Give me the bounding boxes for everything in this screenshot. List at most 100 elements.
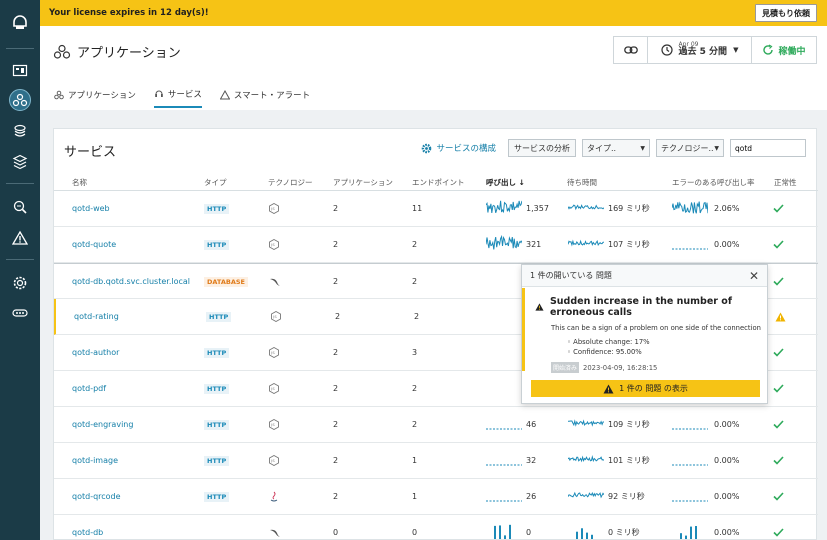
dashboard-icon[interactable] — [9, 60, 31, 82]
column-header-latency[interactable]: 待ち時間 — [567, 177, 597, 188]
table-row[interactable]: qotd-engraving HTTP JS 2 2 46 109 ミリ秒 0.… — [54, 407, 818, 443]
app-icon — [54, 90, 64, 100]
issue-detail-item: ◦ Confidence: 95.00% — [567, 348, 642, 356]
error-rate-sparkline — [672, 487, 708, 506]
chevron-down-icon: ▼ — [714, 144, 719, 152]
close-icon[interactable]: ✕ — [749, 269, 759, 283]
time-range-picker[interactable]: Apr 09 過去 5 分間 ▼ — [648, 37, 752, 63]
table-row[interactable]: qotd-db 0 0 0 0 ミリ秒 0.00% — [54, 515, 818, 540]
service-type-badge: HTTP — [204, 383, 230, 394]
latency-value: 0 ミリ秒 — [608, 528, 640, 537]
view-issue-button[interactable]: 1 件の 問題 の表示 — [531, 380, 760, 397]
issue-popover: 1 件の開いている 問題 ✕ Sudden increase in the nu… — [521, 264, 768, 404]
sidebar-divider — [6, 259, 34, 260]
column-header-calls[interactable]: 呼び出し ↓ — [486, 177, 525, 188]
latency-sparkline — [567, 235, 605, 254]
latency-value: 107 ミリ秒 — [608, 240, 650, 249]
link-icon — [623, 46, 638, 54]
infrastructure-icon[interactable] — [9, 151, 31, 173]
configure-services-link[interactable]: サービスの構成 — [421, 142, 496, 154]
check-icon — [773, 384, 784, 393]
settings-gear-icon[interactable] — [9, 272, 31, 294]
check-icon — [773, 277, 784, 286]
calls-value: 32 — [526, 456, 537, 465]
error-rate-value: 0.00% — [714, 420, 740, 429]
mysql-icon — [269, 264, 281, 299]
nodejs-icon: JS — [269, 443, 279, 478]
absolute-change-text: Absolute change: 17% — [573, 338, 650, 346]
column-header-application[interactable]: アプリケーション — [333, 177, 393, 188]
table-row[interactable]: qotd-web HTTP JS 2 11 1,357 169 ミリ秒 2.06… — [54, 191, 818, 227]
endpoint-count: 2 — [412, 240, 418, 249]
latency-sparkline — [568, 415, 605, 434]
service-name-link[interactable]: qotd-pdf — [72, 384, 106, 393]
table-row[interactable]: qotd-image HTTP JS 2 1 32 101 ミリ秒 0.00% — [54, 443, 818, 479]
service-type-badge: HTTP — [206, 311, 232, 322]
error-rate-sparkline — [672, 235, 708, 254]
column-header-name[interactable]: 名称 — [72, 177, 87, 188]
tab-applications[interactable]: アプリケーション — [54, 88, 136, 108]
column-header-health[interactable]: 正常性 — [774, 177, 797, 188]
type-select[interactable]: タイプ.. ▼ — [582, 139, 650, 157]
service-icon — [155, 90, 163, 97]
request-quote-button[interactable]: 見積もり依頼 — [755, 4, 817, 22]
check-icon — [773, 348, 784, 357]
warning-icon[interactable] — [775, 312, 786, 322]
popover-header: 1 件の開いている 問題 ✕ — [522, 265, 767, 287]
live-mode-toggle[interactable]: 稼働中 — [752, 37, 816, 63]
calls-sparkline — [486, 487, 522, 506]
view-issue-label: 1 件の 問題 の表示 — [619, 384, 688, 393]
analyze-icon[interactable] — [9, 196, 31, 218]
service-name-link[interactable]: qotd-author — [72, 348, 119, 357]
search-input[interactable] — [730, 139, 806, 157]
technology-select[interactable]: テクノロジー.. ▼ — [656, 139, 724, 157]
tab-smart-alerts[interactable]: スマート・アラート — [219, 88, 310, 108]
table-row[interactable]: qotd-quote HTTP JS 2 2 321 107 ミリ秒 0.00% — [54, 227, 818, 263]
service-name-link[interactable]: qotd-image — [72, 456, 118, 465]
copy-link-button[interactable] — [614, 37, 648, 63]
service-name-link[interactable]: qotd-web — [72, 204, 110, 213]
table-header: 名称 タイプ テクノロジー アプリケーション エンドポイント 呼び出し ↓ 待ち… — [54, 173, 818, 191]
service-type-badge: HTTP — [204, 491, 230, 502]
application-count: 2 — [333, 348, 339, 357]
calls-value: 26 — [526, 492, 537, 501]
section-title: サービス — [64, 145, 117, 160]
service-name-link[interactable]: qotd-qrcode — [72, 492, 121, 501]
more-icon[interactable] — [9, 302, 31, 324]
column-header-endpoint[interactable]: エンドポイント — [412, 177, 465, 188]
table-row[interactable]: qotd-qrcode HTTP 2 1 26 92 ミリ秒 0.00% — [54, 479, 818, 515]
java-icon — [269, 479, 279, 514]
calls-sparkline — [486, 415, 522, 434]
service-name-link[interactable]: qotd-db — [72, 528, 103, 537]
platforms-icon[interactable] — [9, 120, 31, 142]
service-name-link[interactable]: qotd-db.qotd.svc.cluster.local — [72, 277, 190, 286]
instana-logo-icon[interactable] — [9, 12, 31, 34]
tab-services[interactable]: サービス — [153, 88, 202, 108]
svg-text:JS: JS — [270, 387, 275, 391]
calls-value: 1,357 — [526, 204, 549, 213]
column-header-error-rate[interactable]: エラーのある呼び出し率 — [672, 177, 755, 188]
column-header-type[interactable]: タイプ — [204, 177, 227, 188]
events-icon[interactable] — [9, 227, 31, 249]
service-type-badge: HTTP — [204, 347, 230, 358]
latency-sparkline — [567, 487, 605, 506]
application-count: 2 — [333, 492, 339, 501]
application-count: 2 — [335, 312, 341, 321]
issue-title-text: Sudden increase in the number of erroneo… — [549, 296, 732, 318]
service-name-link[interactable]: qotd-rating — [74, 312, 119, 321]
application-count: 2 — [333, 240, 339, 249]
applications-icon[interactable] — [9, 89, 31, 111]
calls-sparkline — [485, 199, 523, 218]
check-icon — [773, 204, 784, 213]
license-banner: Your license expires in 12 day(s)! 見積もり依… — [40, 0, 827, 26]
clock-icon — [660, 44, 673, 56]
check-icon — [773, 456, 784, 465]
svg-text:JS: JS — [270, 351, 275, 355]
tab-label: アプリケーション — [68, 91, 136, 101]
service-name-link[interactable]: qotd-engraving — [72, 420, 133, 429]
analyze-services-button[interactable]: サービスの分析 — [508, 139, 576, 157]
column-header-technology[interactable]: テクノロジー — [268, 177, 313, 188]
check-icon — [773, 420, 784, 429]
check-icon — [773, 492, 784, 501]
service-name-link[interactable]: qotd-quote — [72, 240, 116, 249]
